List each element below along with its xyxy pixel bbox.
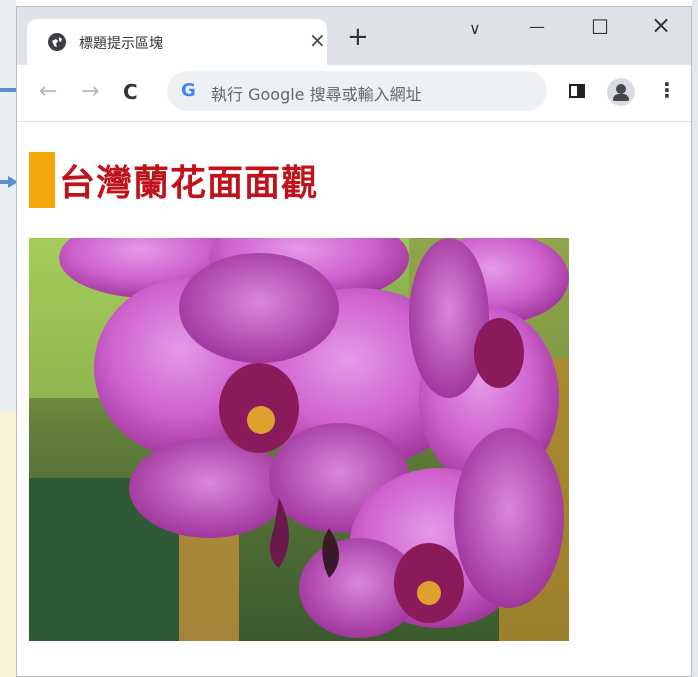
plus-icon[interactable]: + [347, 24, 369, 50]
address-bar[interactable]: G 執行 Google 搜尋或輸入網址 [167, 71, 547, 111]
profile-head [616, 84, 626, 94]
reload-icon[interactable]: C [123, 80, 138, 104]
page-title: 台灣蘭花面面觀 [59, 163, 319, 204]
maximize-icon[interactable]: ☐ [591, 15, 609, 39]
browser-toolbar: ← → C G 執行 Google 搜尋或輸入網址 ⋮ [17, 65, 691, 122]
outer-background-note [0, 412, 16, 677]
side-panel-icon[interactable] [569, 84, 585, 98]
close-icon[interactable]: × [309, 28, 326, 52]
profile-icon[interactable] [607, 78, 635, 106]
google-icon: G [181, 80, 196, 101]
forward-arrow-icon[interactable]: → [81, 79, 99, 104]
window-close-icon[interactable]: × [651, 11, 671, 39]
annotation-arrow-line [0, 88, 16, 92]
chevron-down-icon[interactable]: ∨ [469, 19, 481, 38]
title-bar: 標題提示區塊 × + ∨ — ☐ × [17, 7, 691, 65]
browser-window: 標題提示區塊 × + ∨ — ☐ × ← → C G 執行 Google 搜尋或… [16, 6, 692, 677]
orchid-photo [29, 238, 569, 641]
browser-tab[interactable]: 標題提示區塊 × [27, 19, 327, 65]
more-menu-icon[interactable]: ⋮ [657, 78, 677, 102]
outer-background-right [692, 0, 698, 677]
minimize-icon[interactable]: — [529, 17, 545, 36]
tab-title: 標題提示區塊 [79, 36, 163, 52]
page-content: 台灣蘭花面面觀 [17, 122, 691, 676]
globe-icon [48, 33, 66, 51]
annotation-arrow-line [0, 180, 10, 184]
back-arrow-icon[interactable]: ← [39, 79, 57, 104]
profile-body [613, 94, 629, 101]
title-marker [29, 152, 55, 208]
address-placeholder[interactable]: 執行 Google 搜尋或輸入網址 [211, 81, 422, 105]
